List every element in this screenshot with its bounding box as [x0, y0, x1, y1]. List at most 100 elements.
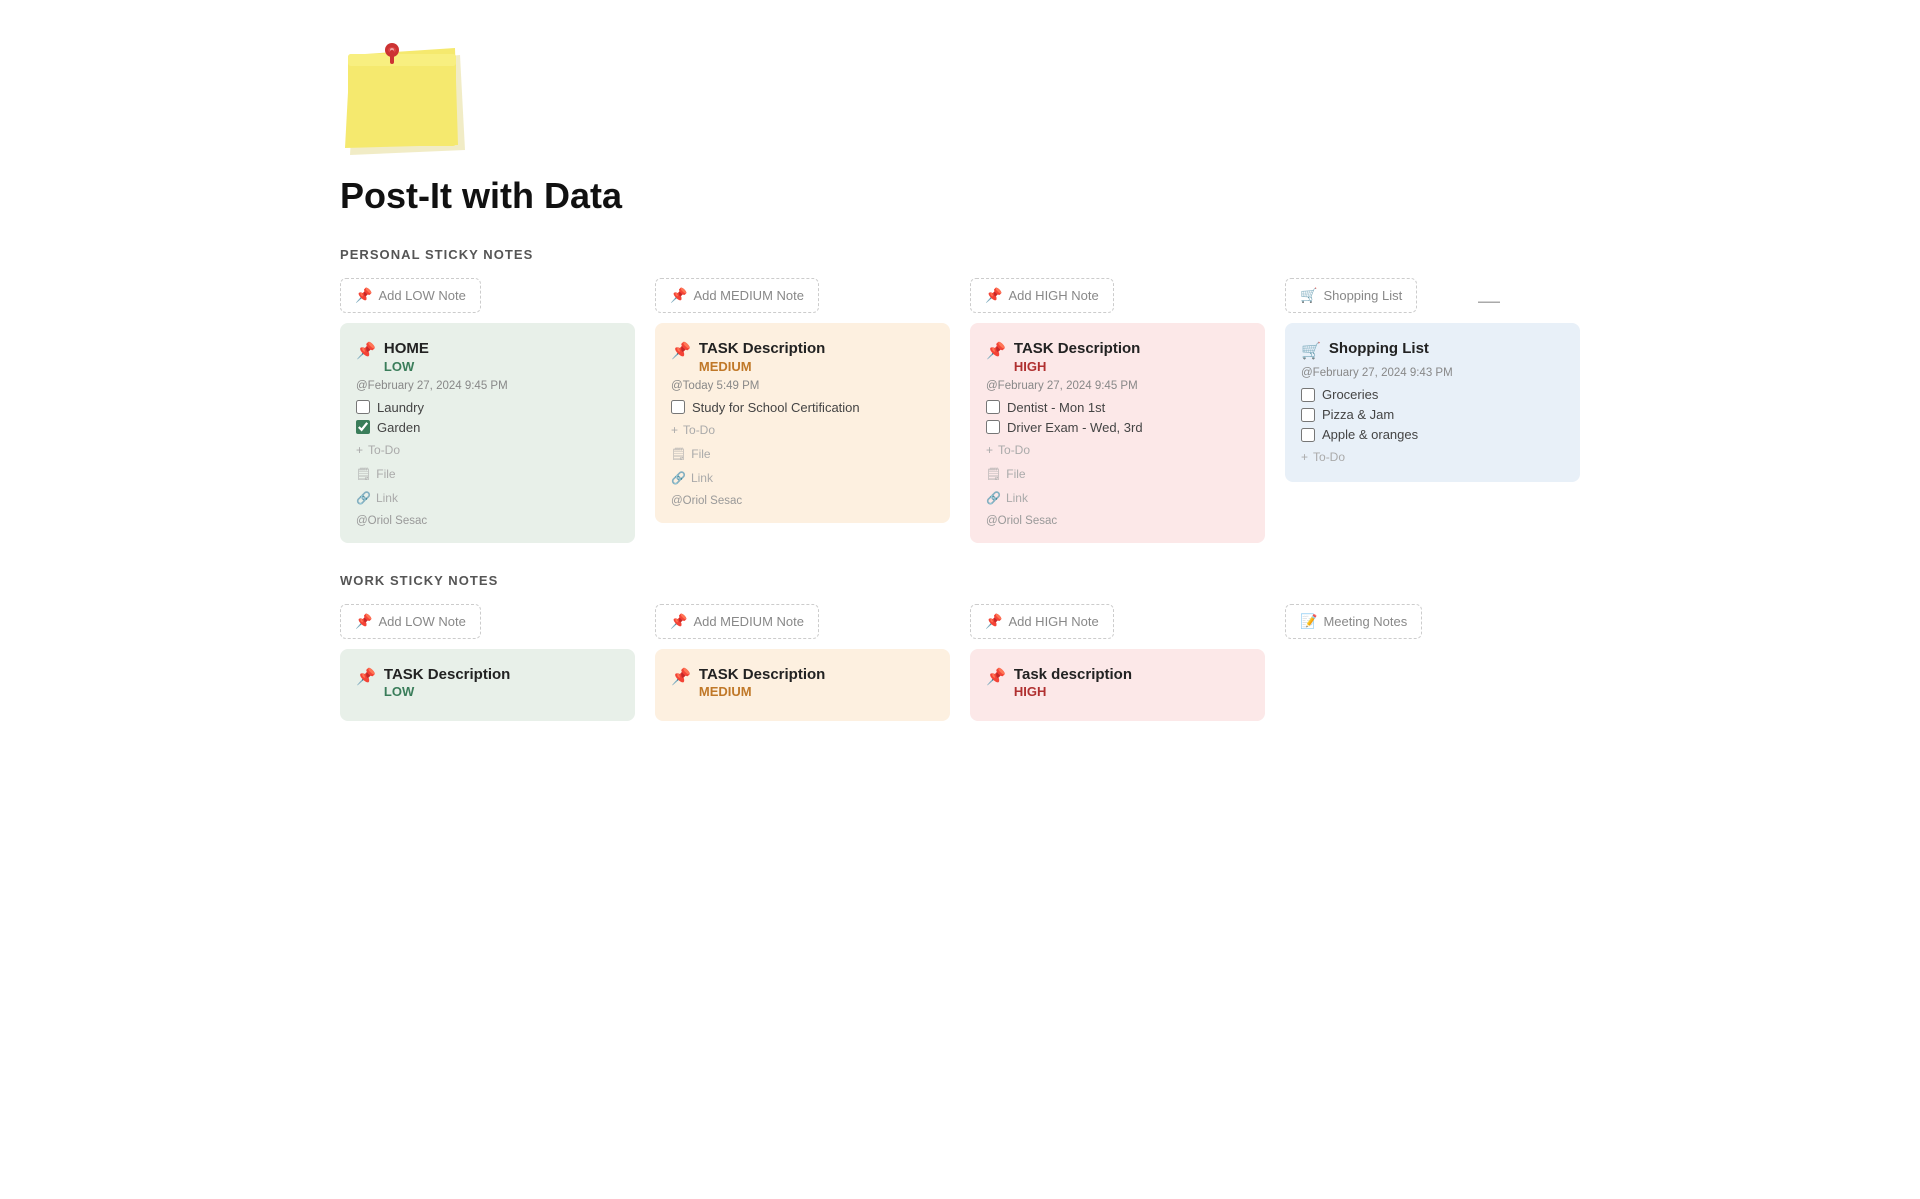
card-subtitle-work-low-1: LOW	[384, 684, 510, 699]
card-subtitle-personal-low-1: LOW	[384, 359, 429, 374]
card-date-personal-shopping-1: @February 27, 2024 9:43 PM	[1301, 367, 1564, 379]
action-icon-link: 🔗	[986, 491, 1001, 505]
columns-row-work: 📌Add LOW Note📌TASK DescriptionLOW📌Add ME…	[340, 604, 1580, 722]
add-button-personal-medium[interactable]: 📌Add MEDIUM Note	[655, 278, 819, 313]
checkbox-label-personal-medium-1-0: Study for School Certification	[692, 400, 860, 415]
action-label-to-do: To-Do	[683, 423, 715, 437]
add-button-personal-high[interactable]: 📌 Add HIGH Note	[970, 278, 1114, 313]
add-button-label-personal-low: Add LOW Note	[378, 288, 465, 303]
card-title-personal-low-1: HOME	[384, 339, 429, 359]
add-button-label-personal-shopping: Shopping List	[1323, 288, 1402, 303]
add-button-personal-shopping[interactable]: 🛒Shopping List	[1285, 278, 1417, 313]
checkbox-item-personal-shopping-1-2: Apple & oranges	[1301, 427, 1564, 442]
action-label-file: File	[1006, 467, 1025, 481]
action-btn-to-do-personal-shopping-1[interactable]: + To-Do	[1301, 448, 1345, 466]
add-button-icon-personal-high: 📌	[985, 287, 1002, 304]
card-personal-shopping-1: 🛒 Shopping List @February 27, 2024 9:43 PM…	[1285, 323, 1580, 482]
card-title-col-work-high-1: Task descriptionHIGH	[1014, 665, 1132, 700]
card-header-personal-high-1: 📌TASK DescriptionHIGH	[986, 339, 1249, 374]
checkbox-label-personal-shopping-1-0: Groceries	[1322, 387, 1378, 402]
add-button-work-medium[interactable]: 📌Add MEDIUM Note	[655, 604, 819, 639]
action-icon-file: 🗒	[356, 467, 371, 481]
action-btn-file-personal-high-1[interactable]: 🗒 File	[986, 465, 1026, 483]
card-header-personal-low-1: 📌HOMELOW	[356, 339, 619, 374]
action-label-to-do: To-Do	[1313, 450, 1345, 464]
add-button-icon-personal-low: 📌	[355, 287, 372, 304]
checkbox-input-personal-shopping-1-1[interactable]	[1301, 408, 1315, 422]
action-label-to-do: To-Do	[368, 443, 400, 457]
card-author-personal-high-1: @Oriol Sesac	[986, 515, 1249, 527]
card-author-personal-low-1: @Oriol Sesac	[356, 515, 619, 527]
checkbox-label-personal-shopping-1-2: Apple & oranges	[1322, 427, 1418, 442]
card-personal-low-1: 📌HOMELOW@February 27, 2024 9:45 PMLaundr…	[340, 323, 635, 543]
pin-icon-personal-shopping-1: 🛒	[1301, 341, 1321, 361]
action-btn-link-personal-low-1[interactable]: 🔗 Link	[356, 489, 398, 507]
action-btn-file-personal-low-1[interactable]: 🗒 File	[356, 465, 396, 483]
action-label-link: Link	[376, 491, 398, 505]
action-btn-to-do-personal-high-1[interactable]: +To-Do	[986, 441, 1030, 459]
checkbox-input-personal-low-1-1[interactable]	[356, 420, 370, 434]
checkbox-item-personal-low-1-0: Laundry	[356, 400, 619, 415]
checkbox-input-personal-low-1-0[interactable]	[356, 400, 370, 414]
pin-icon-personal-high-1: 📌	[986, 341, 1006, 361]
add-button-work-low[interactable]: 📌 Add LOW Note	[340, 604, 481, 639]
card-header-work-high-1: 📌Task descriptionHIGH	[986, 665, 1249, 700]
pin-icon-work-medium-1: 📌	[671, 667, 691, 687]
action-btn-link-personal-medium-1[interactable]: 🔗Link	[671, 469, 713, 487]
checkbox-item-personal-shopping-1-1: Pizza & Jam	[1301, 407, 1564, 422]
card-header-work-low-1: 📌TASK DescriptionLOW	[356, 665, 619, 700]
action-label-file: File	[691, 447, 710, 461]
card-title-col-personal-low-1: HOMELOW	[384, 339, 429, 374]
checkbox-input-personal-high-1-1[interactable]	[986, 420, 1000, 434]
action-label-file: File	[376, 467, 395, 481]
action-icon-link: 🔗	[356, 491, 371, 505]
card-title-personal-shopping-1: Shopping List	[1329, 339, 1429, 359]
action-icon-to-do: +	[1301, 450, 1308, 464]
action-icon-file: 🗒	[671, 447, 686, 461]
card-title-work-medium-1: TASK Description	[699, 665, 825, 685]
add-button-work-meeting[interactable]: 📝Meeting Notes	[1285, 604, 1422, 639]
add-button-label-personal-high: Add HIGH Note	[1008, 288, 1098, 303]
card-title-col-work-medium-1: TASK DescriptionMEDIUM	[699, 665, 825, 700]
add-button-work-high[interactable]: 📌Add HIGH Note	[970, 604, 1114, 639]
card-header-work-medium-1: 📌 TASK DescriptionMEDIUM	[671, 665, 934, 700]
section-title-personal: PERSONAL STICKY NOTES	[340, 247, 1580, 262]
add-button-icon-work-meeting: 📝	[1300, 613, 1317, 630]
column-personal-low: 📌 Add LOW Note 📌HOMELOW@February 27, 2024 …	[340, 278, 635, 543]
checkbox-item-personal-low-1-1: Garden	[356, 420, 619, 435]
checkbox-label-personal-low-1-0: Laundry	[377, 400, 424, 415]
card-subtitle-personal-medium-1: MEDIUM	[699, 359, 825, 374]
page-title: Post-It with Data	[340, 175, 1580, 217]
add-button-label-work-low: Add LOW Note	[378, 614, 465, 629]
checkbox-item-personal-high-1-1: Driver Exam - Wed, 3rd	[986, 420, 1249, 435]
checkbox-label-personal-low-1-1: Garden	[377, 420, 420, 435]
column-personal-high: 📌Add HIGH Note📌TASK DescriptionHIGH@Febr…	[970, 278, 1265, 543]
checkbox-input-personal-high-1-0[interactable]	[986, 400, 1000, 414]
checkbox-input-personal-shopping-1-2[interactable]	[1301, 428, 1315, 442]
add-button-icon-work-low: 📌	[355, 613, 372, 630]
card-title-work-low-1: TASK Description	[384, 665, 510, 685]
card-work-high-1: 📌Task descriptionHIGH	[970, 649, 1265, 722]
action-btn-link-personal-high-1[interactable]: 🔗 Link	[986, 489, 1028, 507]
card-title-col-work-low-1: TASK DescriptionLOW	[384, 665, 510, 700]
add-button-personal-low[interactable]: 📌 Add LOW Note	[340, 278, 481, 313]
add-button-icon-personal-medium: 📌	[670, 287, 687, 304]
card-subtitle-work-high-1: HIGH	[1014, 684, 1132, 699]
action-label-link: Link	[1006, 491, 1028, 505]
section-title-work: WORK STICKY NOTES	[340, 573, 1580, 588]
checkbox-input-personal-medium-1-0[interactable]	[671, 400, 685, 414]
action-btn-file-personal-medium-1[interactable]: 🗒 File	[671, 445, 711, 463]
card-title-personal-medium-1: TASK Description	[699, 339, 825, 359]
action-btn-to-do-personal-medium-1[interactable]: +To-Do	[671, 421, 715, 439]
checkbox-label-personal-high-1-0: Dentist - Mon 1st	[1007, 400, 1105, 415]
column-work-low: 📌 Add LOW Note 📌TASK DescriptionLOW	[340, 604, 635, 722]
card-title-work-high-1: Task description	[1014, 665, 1132, 685]
add-button-label-work-high: Add HIGH Note	[1008, 614, 1098, 629]
card-header-personal-shopping-1: 🛒 Shopping List	[1301, 339, 1564, 361]
action-btn-to-do-personal-low-1[interactable]: +To-Do	[356, 441, 400, 459]
checkbox-input-personal-shopping-1-0[interactable]	[1301, 388, 1315, 402]
minus-button[interactable]: —	[1478, 288, 1500, 314]
action-icon-file: 🗒	[986, 467, 1001, 481]
card-subtitle-personal-high-1: HIGH	[1014, 359, 1140, 374]
card-work-medium-1: 📌 TASK DescriptionMEDIUM	[655, 649, 950, 722]
